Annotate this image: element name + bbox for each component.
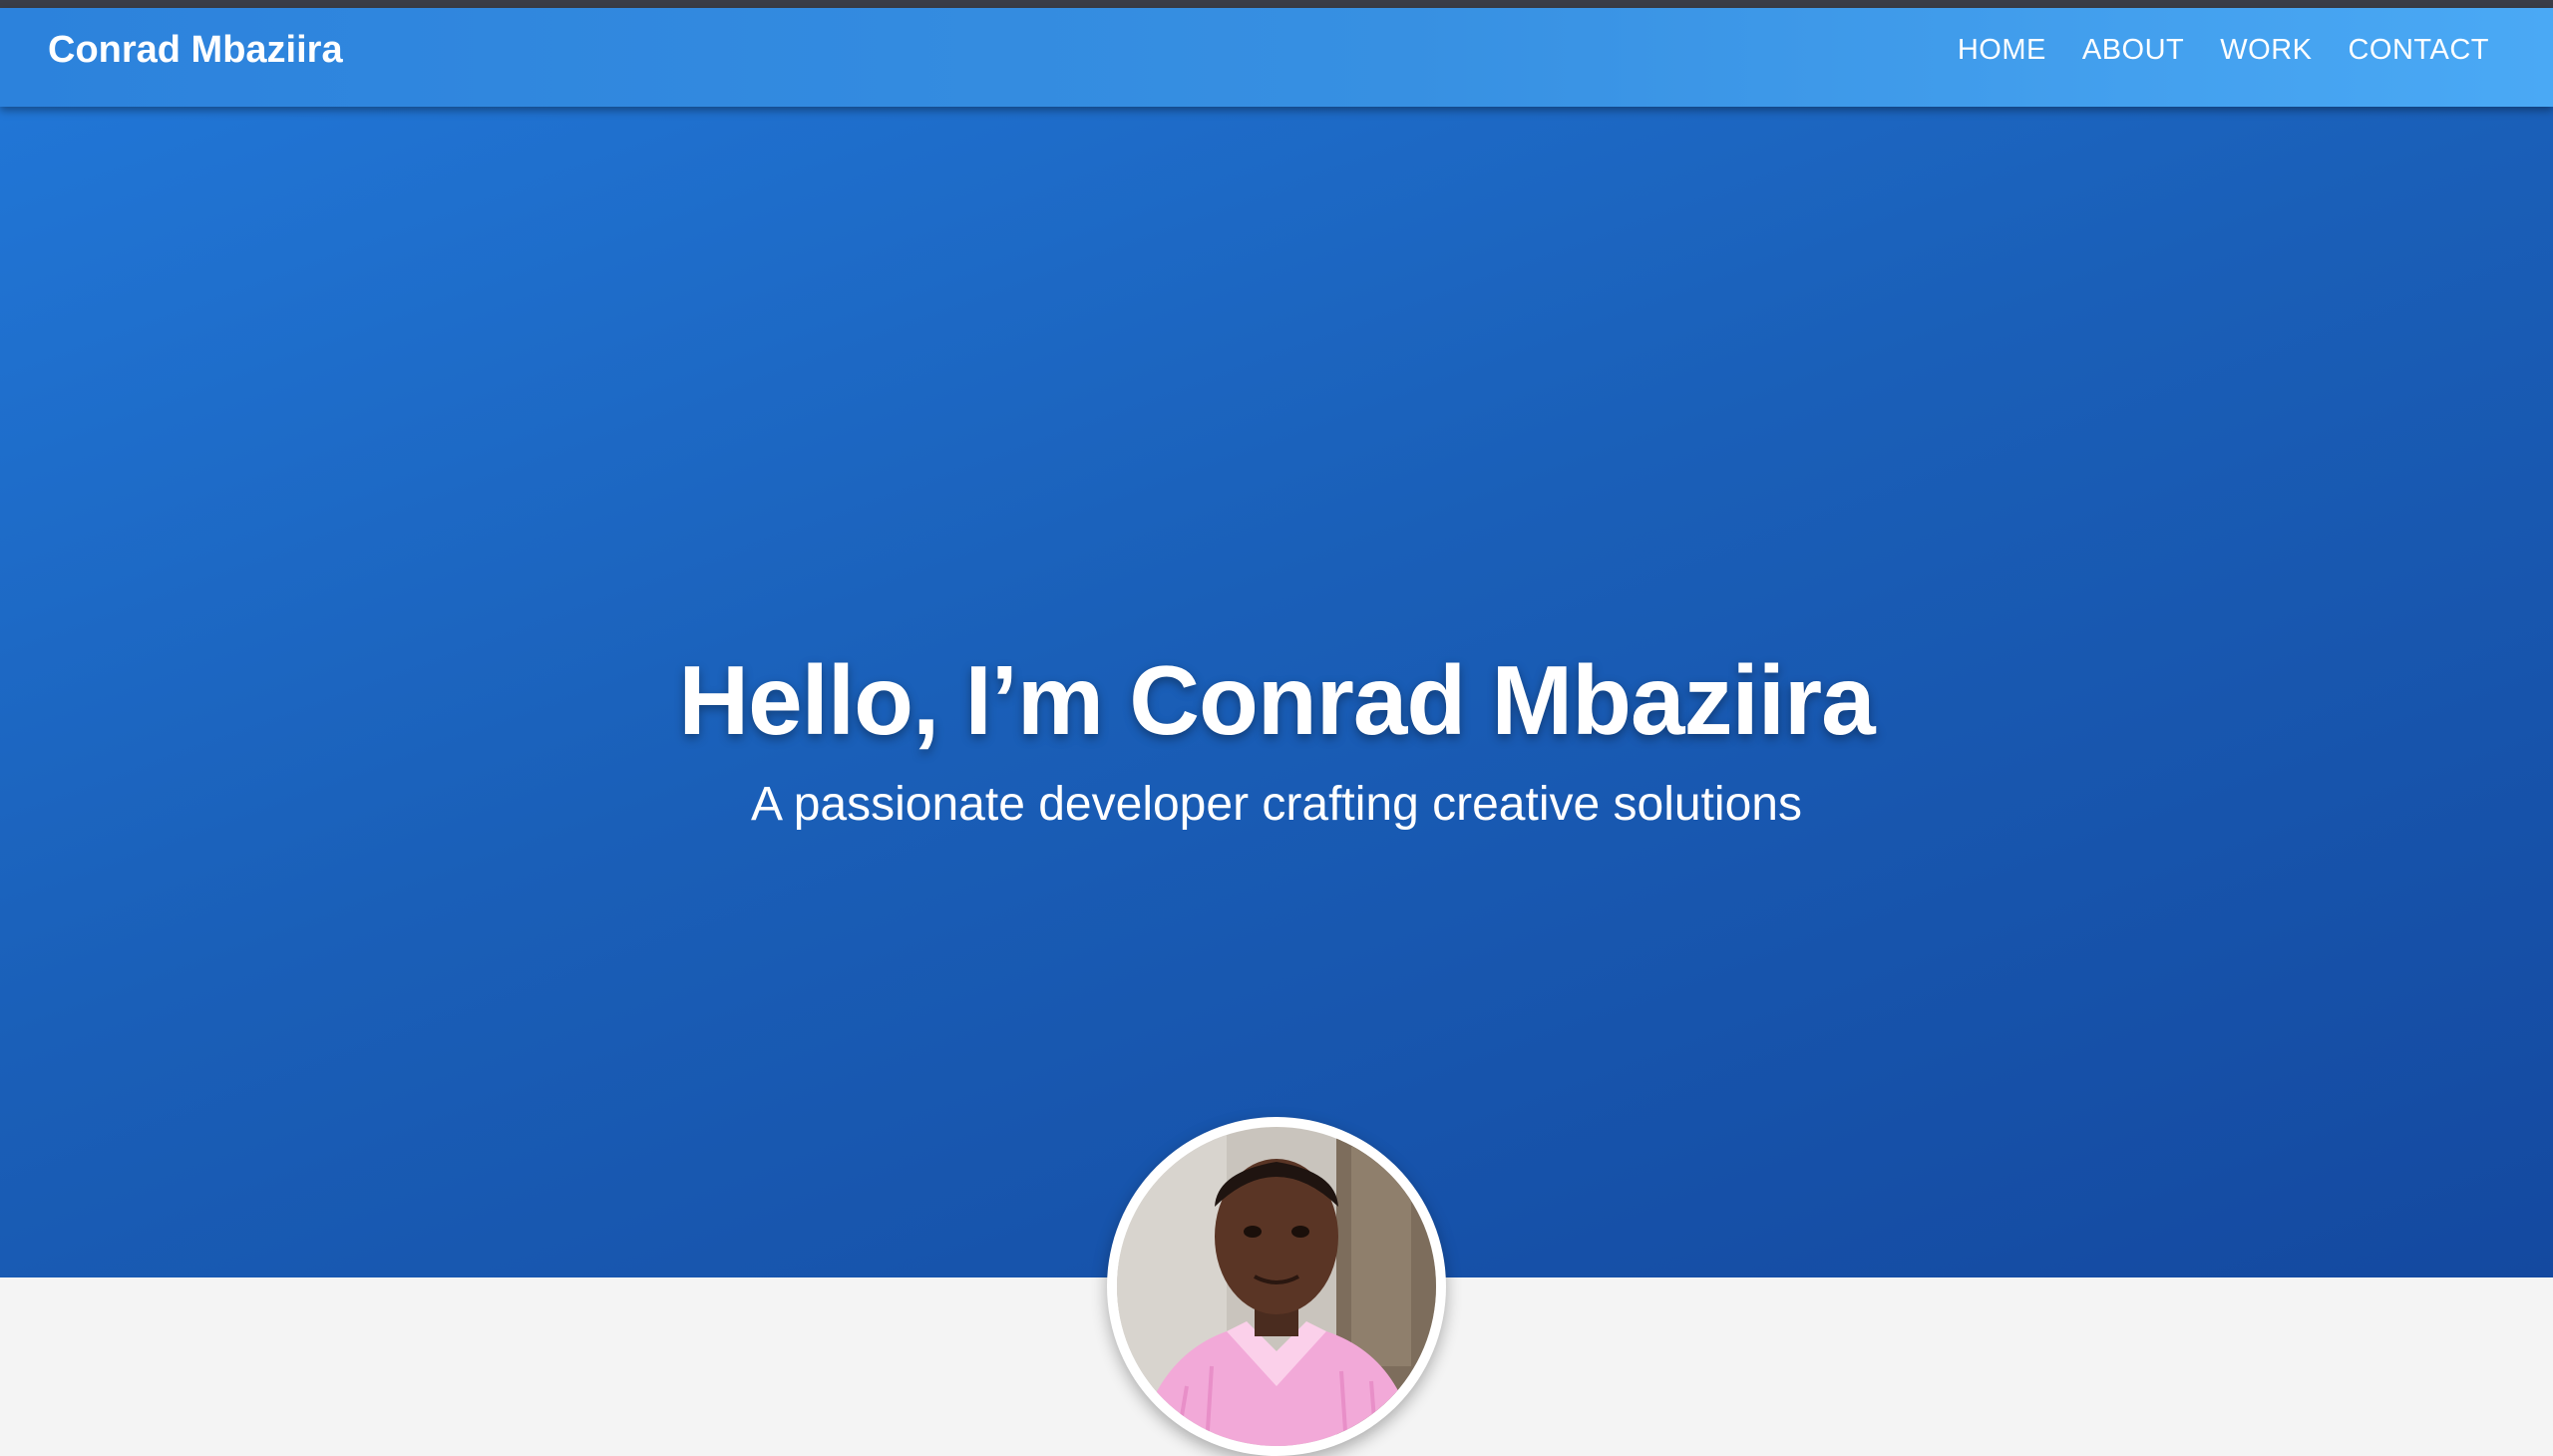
window-top-border [0,0,2553,8]
brand-logo-link[interactable]: Conrad Mbaziira [48,20,343,80]
hero-title: Hello, I’m Conrad Mbaziira [678,645,1875,755]
navbar: Conrad Mbaziira HOME ABOUT WORK CONTACT [0,8,2553,107]
profile-photo-icon [1117,1127,1436,1446]
profile-avatar [1107,1117,1446,1456]
nav-about-link[interactable]: ABOUT [2082,34,2184,67]
nav-work-link[interactable]: WORK [2220,34,2312,67]
hero-subtitle: A passionate developer crafting creative… [751,778,1802,831]
nav-contact-link[interactable]: CONTACT [2348,34,2489,67]
hero-section: Hello, I’m Conrad Mbaziira A passionate … [0,107,2553,1277]
main-nav: HOME ABOUT WORK CONTACT [1958,20,2489,80]
nav-home-link[interactable]: HOME [1958,34,2046,67]
profile-photo [1117,1127,1436,1446]
